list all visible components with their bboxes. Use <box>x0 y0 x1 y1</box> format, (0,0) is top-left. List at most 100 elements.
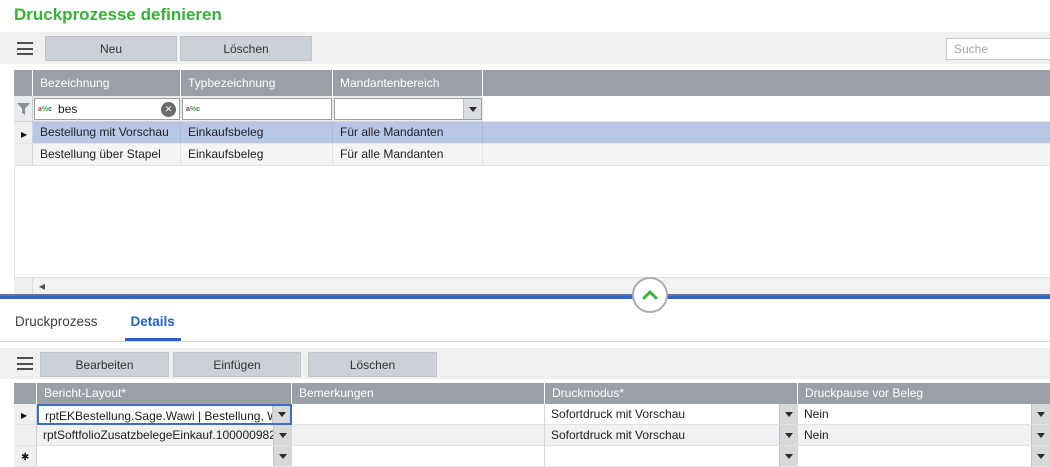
caret-down-icon <box>279 433 287 438</box>
horizontal-scrollbar[interactable]: ◀ <box>14 277 1050 295</box>
cell-bezeichnung[interactable]: Bestellung mit Vorschau <box>33 122 181 144</box>
druckmodus-cell[interactable]: Sofortdruck mit Vorschau <box>545 404 798 425</box>
top-toolbar: Neu Löschen <box>0 32 1050 64</box>
cell-mandantenbereich[interactable]: Für alle Mandanten <box>333 122 483 144</box>
menu-icon[interactable] <box>17 42 33 55</box>
row-indicator: ✱ <box>14 446 37 467</box>
search-input[interactable] <box>946 38 1050 60</box>
filter-dropdown-mandantenbereich[interactable] <box>334 98 482 120</box>
caret-down-icon <box>785 454 793 459</box>
caret-down-icon <box>785 412 793 417</box>
new-row-marker-icon: ✱ <box>21 452 29 463</box>
bericht-layout-value[interactable] <box>37 446 273 466</box>
bemerkungen-cell[interactable] <box>292 425 545 446</box>
cell-typbezeichnung[interactable]: Einkaufsbeleg <box>181 144 333 166</box>
grid-header-row: Bericht-Layout* Bemerkungen Druckmodus* … <box>14 383 1050 404</box>
filter-funnel-icon[interactable] <box>14 96 33 122</box>
druckmodus-value[interactable]: Sofortdruck mit Vorschau <box>545 425 779 445</box>
filter-value[interactable]: bes <box>54 102 161 116</box>
druckmodus-cell[interactable] <box>545 446 798 467</box>
druckpause-cell[interactable]: Nein <box>798 404 1050 425</box>
current-row-marker-icon: ▶ <box>21 130 27 139</box>
row-indicator-header <box>14 70 33 96</box>
dropdown-button[interactable] <box>1031 425 1049 445</box>
dropdown-button[interactable] <box>273 425 291 445</box>
menu-icon[interactable] <box>17 357 33 370</box>
bearbeiten-button[interactable]: Bearbeiten <box>40 352 169 377</box>
filter-cell-bezeichnung: a%c bes ✕ <box>33 96 181 122</box>
splitter-collapse-button[interactable] <box>632 277 668 313</box>
neu-button[interactable]: Neu <box>45 36 177 61</box>
cell-mandantenbereich[interactable]: Für alle Mandanten <box>333 144 483 166</box>
filter-input-typbezeichnung[interactable]: a%c <box>182 98 332 120</box>
filter-mode-icon[interactable]: a%c <box>183 106 202 113</box>
row-indicator-header <box>14 383 37 404</box>
table-row[interactable]: ▶ Bestellung mit Vorschau Einkaufsbeleg … <box>14 122 1050 144</box>
column-header-druckpause[interactable]: Druckpause vor Beleg <box>798 383 1050 404</box>
cell-filler[interactable] <box>483 122 1050 144</box>
druckpause-value[interactable]: Nein <box>798 404 1031 424</box>
druckmodus-cell[interactable]: Sofortdruck mit Vorschau <box>545 425 798 446</box>
filter-mode-icon[interactable]: a%c <box>35 106 54 113</box>
table-row[interactable]: Bestellung über Stapel Einkaufsbeleg Für… <box>14 144 1050 166</box>
table-row[interactable]: ▶ rptEKBestellung.Sage.Wawi | Bestellung… <box>14 404 1050 425</box>
filter-filler <box>483 96 1050 122</box>
dropdown-button[interactable] <box>1031 446 1049 466</box>
cell-typbezeichnung[interactable]: Einkaufsbeleg <box>181 122 333 144</box>
dropdown-button[interactable] <box>779 425 797 445</box>
chevron-up-icon <box>642 290 658 300</box>
column-header-bemerkungen[interactable]: Bemerkungen <box>292 383 545 404</box>
column-header-bericht-layout[interactable]: Bericht-Layout* <box>37 383 292 404</box>
splitter-bar[interactable] <box>0 294 1050 299</box>
cell-bezeichnung[interactable]: Bestellung über Stapel <box>33 144 181 166</box>
druckmodus-value[interactable]: Sofortdruck mit Vorschau <box>545 404 779 424</box>
dropdown-button[interactable] <box>463 99 481 119</box>
column-header-druckmodus[interactable]: Druckmodus* <box>545 383 798 404</box>
bericht-layout-value[interactable]: rptSoftfolioZusatzbelegeEinkauf.10000098… <box>37 425 273 445</box>
column-header-bezeichnung[interactable]: Bezeichnung <box>33 70 181 96</box>
caret-down-icon <box>1037 433 1045 438</box>
scrollbar-track[interactable] <box>51 278 1050 295</box>
filter-input-bezeichnung[interactable]: a%c bes ✕ <box>34 98 180 120</box>
column-header-typbezeichnung[interactable]: Typbezeichnung <box>181 70 333 96</box>
druckmodus-value[interactable] <box>545 446 779 466</box>
dropdown-button[interactable] <box>779 446 797 466</box>
table-row[interactable]: rptSoftfolioZusatzbelegeEinkauf.10000098… <box>14 425 1050 446</box>
bericht-layout-value[interactable]: rptEKBestellung.Sage.Wawi | Bestellung, … <box>39 406 272 423</box>
filter-cell-typbezeichnung: a%c <box>181 96 333 122</box>
dropdown-button[interactable] <box>1031 404 1049 424</box>
dropdown-button[interactable] <box>272 406 290 423</box>
details-grid: Bericht-Layout* Bemerkungen Druckmodus* … <box>14 383 1050 467</box>
scrollbar-corner <box>14 278 33 295</box>
druckpause-cell[interactable]: Nein <box>798 425 1050 446</box>
loeschen-button[interactable]: Löschen <box>308 352 437 377</box>
einfuegen-button[interactable]: Einfügen <box>173 352 301 377</box>
caret-down-icon <box>1037 454 1045 459</box>
dropdown-button[interactable] <box>779 404 797 424</box>
bemerkungen-cell[interactable] <box>292 404 545 425</box>
caret-down-icon <box>785 433 793 438</box>
current-row-marker-icon: ▶ <box>21 411 27 420</box>
caret-down-icon <box>279 454 287 459</box>
row-indicator <box>14 425 37 446</box>
bericht-layout-cell[interactable]: rptSoftfolioZusatzbelegeEinkauf.10000098… <box>37 425 292 446</box>
column-header-mandantenbereich[interactable]: Mandantenbereich <box>333 70 483 96</box>
tab-details[interactable]: Details <box>125 312 181 341</box>
column-header-filler <box>483 70 1050 96</box>
bericht-layout-cell[interactable]: rptEKBestellung.Sage.Wawi | Bestellung, … <box>37 404 292 425</box>
new-row[interactable]: ✱ <box>14 446 1050 467</box>
dropdown-button[interactable] <box>273 446 291 466</box>
clear-filter-icon[interactable]: ✕ <box>161 102 176 117</box>
detail-tabs: Druckprozess Details <box>14 312 181 341</box>
loeschen-button[interactable]: Löschen <box>180 36 312 61</box>
druckpause-cell[interactable] <box>798 446 1050 467</box>
bericht-layout-cell[interactable] <box>37 446 292 467</box>
filter-cell-mandantenbereich <box>333 96 483 122</box>
druckprozesse-window: Druckprozesse definieren Neu Löschen Bez… <box>0 0 1050 467</box>
druckpause-value[interactable] <box>798 446 1031 466</box>
druckpause-value[interactable]: Nein <box>798 425 1031 445</box>
scroll-left-arrow-icon[interactable]: ◀ <box>33 278 51 295</box>
tab-druckprozess[interactable]: Druckprozess <box>14 312 99 341</box>
bemerkungen-cell[interactable] <box>292 446 545 467</box>
cell-filler[interactable] <box>483 144 1050 166</box>
